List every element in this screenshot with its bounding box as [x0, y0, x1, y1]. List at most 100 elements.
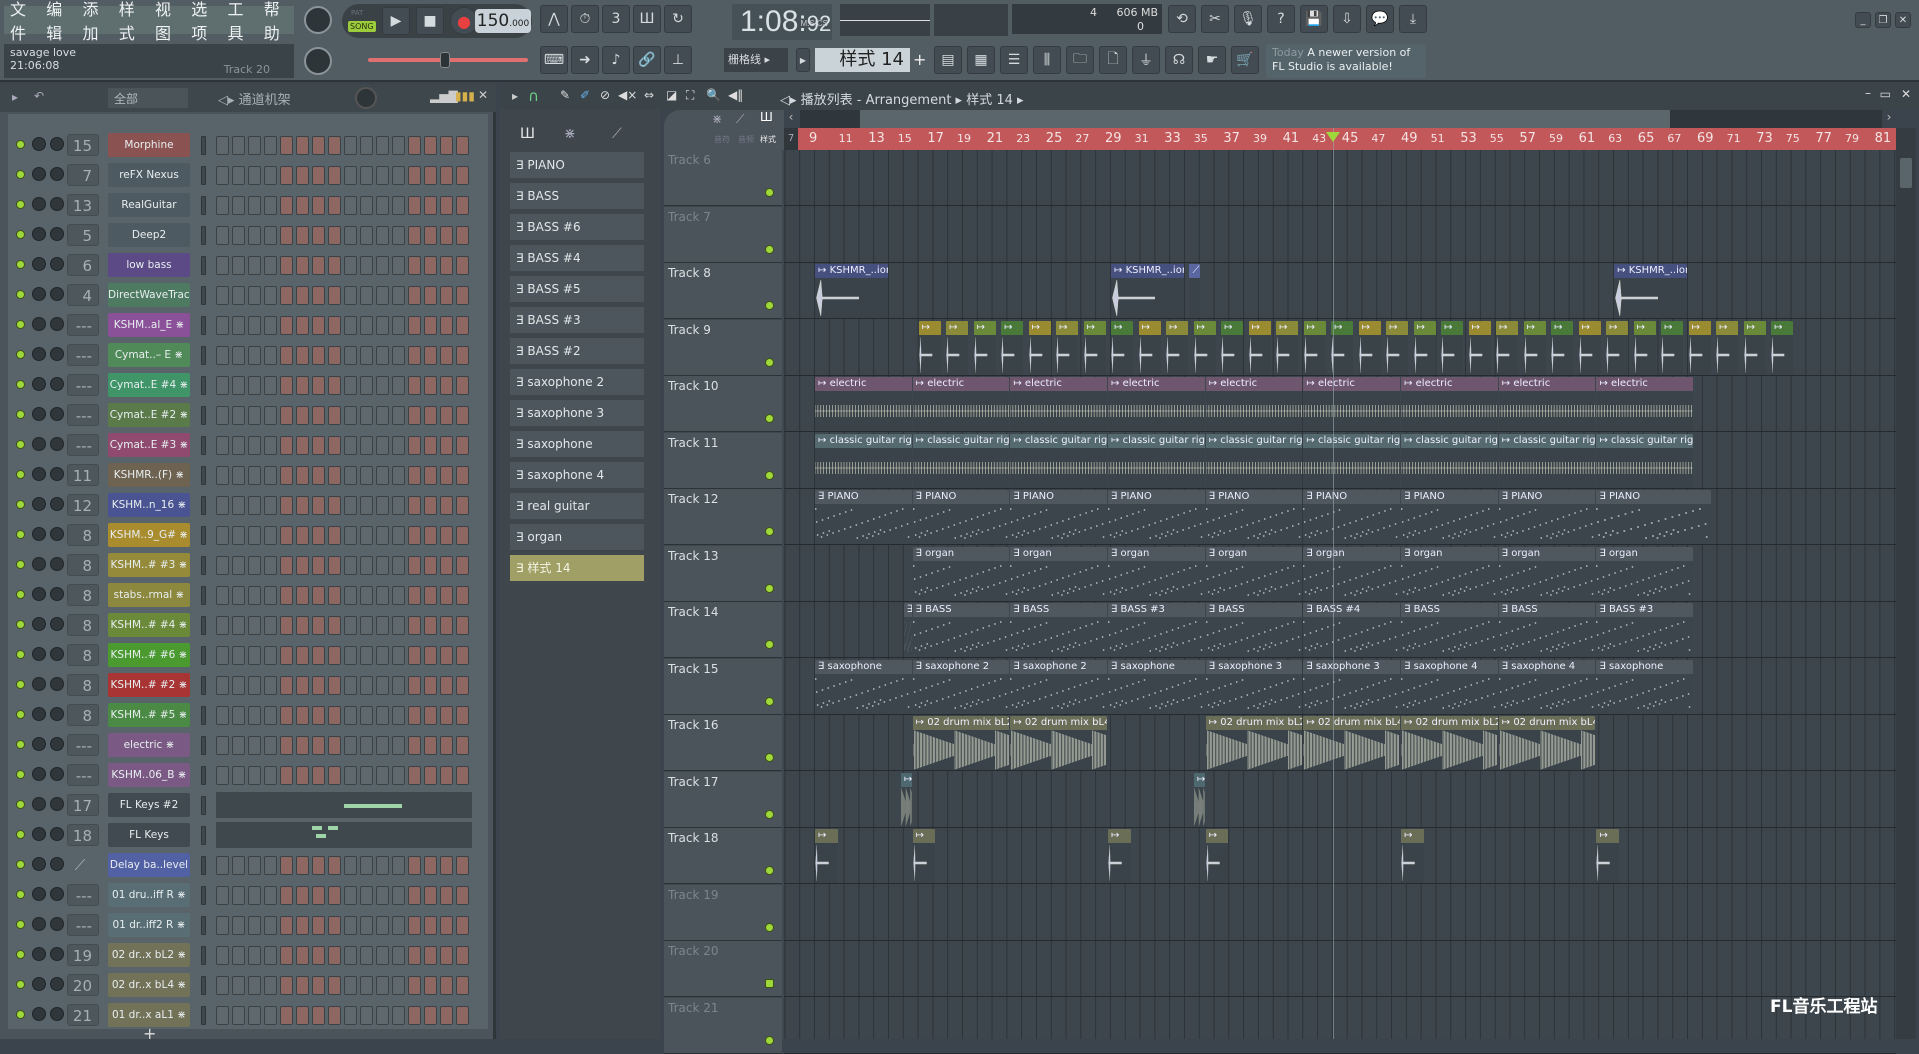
notes-clip[interactable]: ∃ organ [1596, 546, 1694, 601]
layout-icon[interactable]: ▮▮▮ [455, 89, 475, 103]
pattern-selector[interactable]: 样式 14 [815, 48, 910, 72]
step-button[interactable] [248, 676, 261, 695]
step-button[interactable] [216, 466, 229, 485]
step-button[interactable] [456, 466, 469, 485]
step-button[interactable] [376, 886, 389, 905]
step-button[interactable] [440, 766, 453, 785]
step-button[interactable] [312, 706, 325, 725]
channel-mute-led[interactable] [16, 350, 25, 359]
step-button[interactable] [328, 496, 341, 515]
step-button[interactable] [232, 466, 245, 485]
master-pitch-knob[interactable] [304, 47, 332, 75]
channel-select-indicator[interactable] [201, 736, 206, 755]
minimize-button[interactable]: _ [1855, 12, 1871, 28]
playback-tool-icon[interactable]: ◀‖ [728, 88, 743, 102]
step-button[interactable] [248, 286, 261, 305]
mixer-track-number[interactable]: 8 [67, 644, 99, 666]
mixer-track-number[interactable]: --- [67, 314, 99, 336]
step-button[interactable] [312, 556, 325, 575]
step-button[interactable] [296, 946, 309, 965]
step-button[interactable] [440, 406, 453, 425]
track-enable-led[interactable] [765, 414, 774, 423]
step-button[interactable] [232, 646, 245, 665]
step-button[interactable] [280, 766, 293, 785]
step-button[interactable] [424, 166, 437, 185]
step-button[interactable] [280, 196, 293, 215]
hit-clip[interactable]: ↦ [1001, 320, 1024, 375]
pencil-tool-icon[interactable]: ✎ [560, 88, 570, 102]
step-button[interactable] [344, 346, 357, 365]
step-button[interactable] [232, 556, 245, 575]
step-button[interactable] [264, 856, 277, 875]
channel-volume-knob[interactable] [50, 407, 64, 421]
mixer-track-number[interactable]: 8 [67, 614, 99, 636]
step-button[interactable] [296, 556, 309, 575]
notes-clip[interactable]: ∃ saxophone [815, 659, 912, 714]
step-button[interactable] [344, 706, 357, 725]
step-button[interactable] [216, 706, 229, 725]
channel-pan-knob[interactable] [32, 197, 46, 211]
step-button[interactable] [408, 646, 421, 665]
step-button[interactable] [216, 646, 229, 665]
step-button[interactable] [408, 1006, 421, 1025]
select-tool-icon[interactable]: ⛶ [686, 88, 694, 103]
notes-clip[interactable]: ∃ PIANO [1596, 490, 1711, 544]
channel-pan-knob[interactable] [32, 317, 46, 331]
channel-volume-knob[interactable] [50, 317, 64, 331]
hit-clip[interactable]: ↦ [1441, 320, 1464, 375]
arrow-button[interactable]: ➜ [571, 46, 599, 74]
channel-name-button[interactable]: Cymat..E #2 ⋇ [108, 403, 190, 427]
step-button[interactable] [424, 436, 437, 455]
channel-select-indicator[interactable] [201, 976, 206, 995]
step-button[interactable] [232, 406, 245, 425]
step-button[interactable] [376, 466, 389, 485]
step-button[interactable] [296, 706, 309, 725]
channel-pan-knob[interactable] [32, 677, 46, 691]
step-button[interactable] [232, 1006, 245, 1025]
step-button[interactable] [264, 766, 277, 785]
playlist-close-icon[interactable]: ✕ [1901, 87, 1911, 101]
channel-select-indicator[interactable] [201, 436, 206, 455]
pattern-clip-icon[interactable]: Ш [760, 110, 773, 124]
track-enable-led[interactable] [765, 809, 774, 819]
step-button[interactable] [360, 376, 373, 395]
automation-clip-icon[interactable]: ⟋ [736, 112, 744, 127]
step-button[interactable] [280, 736, 293, 755]
step-button[interactable] [440, 916, 453, 935]
step-button[interactable] [248, 706, 261, 725]
pattern-item[interactable]: ∃ saxophone 4 [510, 462, 644, 488]
pattern-item[interactable]: ∃ BASS #2 [510, 338, 644, 364]
step-button[interactable] [424, 466, 437, 485]
step-button[interactable] [248, 976, 261, 995]
channel-select-indicator[interactable] [201, 646, 206, 665]
step-button[interactable] [312, 136, 325, 155]
mixer-track-number[interactable]: 8 [67, 524, 99, 546]
step-button[interactable] [328, 736, 341, 755]
step-button[interactable] [360, 646, 373, 665]
step-button[interactable] [328, 676, 341, 695]
step-button[interactable] [296, 136, 309, 155]
step-button[interactable] [296, 766, 309, 785]
step-button[interactable] [456, 976, 469, 995]
step-button[interactable] [232, 256, 245, 275]
channel-select-indicator[interactable] [201, 346, 206, 365]
notes-clip[interactable]: ∃ saxophone 4 [1401, 659, 1498, 714]
step-button[interactable] [408, 526, 421, 545]
step-button[interactable] [280, 586, 293, 605]
channel-name-button[interactable]: KSHM..# #6 ⋇ [108, 643, 190, 667]
step-button[interactable] [280, 316, 293, 335]
plugin-button[interactable]: ⏚ [1132, 46, 1160, 74]
notes-clip[interactable]: ∃ BASS [1401, 603, 1498, 657]
wave-clip[interactable]: ↦ electric [1401, 377, 1498, 431]
wave-clip[interactable]: ↦ electric [1108, 377, 1205, 431]
step-button[interactable] [248, 256, 261, 275]
step-button[interactable] [312, 496, 325, 515]
channel-name-button[interactable]: KSHM..# #2 ⋇ [108, 673, 190, 697]
zoom-tool-icon[interactable]: 🔍 [706, 88, 721, 102]
sample-clip[interactable]: ↦ [815, 829, 838, 883]
step-button[interactable] [360, 916, 373, 935]
track-lane[interactable]: ↦ ↦ ↦ ↦ ↦ ↦ ↦ ↦ ↦ ↦ ↦ ↦ ↦ ↦ ↦ ↦ ↦ ↦ ↦ ↦ ↦ ↦ ↦ ↦ ↦ ↦ ↦ ↦ ↦ ↦ ↦ ↦ [784, 320, 1896, 376]
magnet-icon[interactable]: ∩ [528, 87, 539, 105]
step-button[interactable] [232, 226, 245, 245]
channel-volume-knob[interactable] [50, 167, 64, 181]
